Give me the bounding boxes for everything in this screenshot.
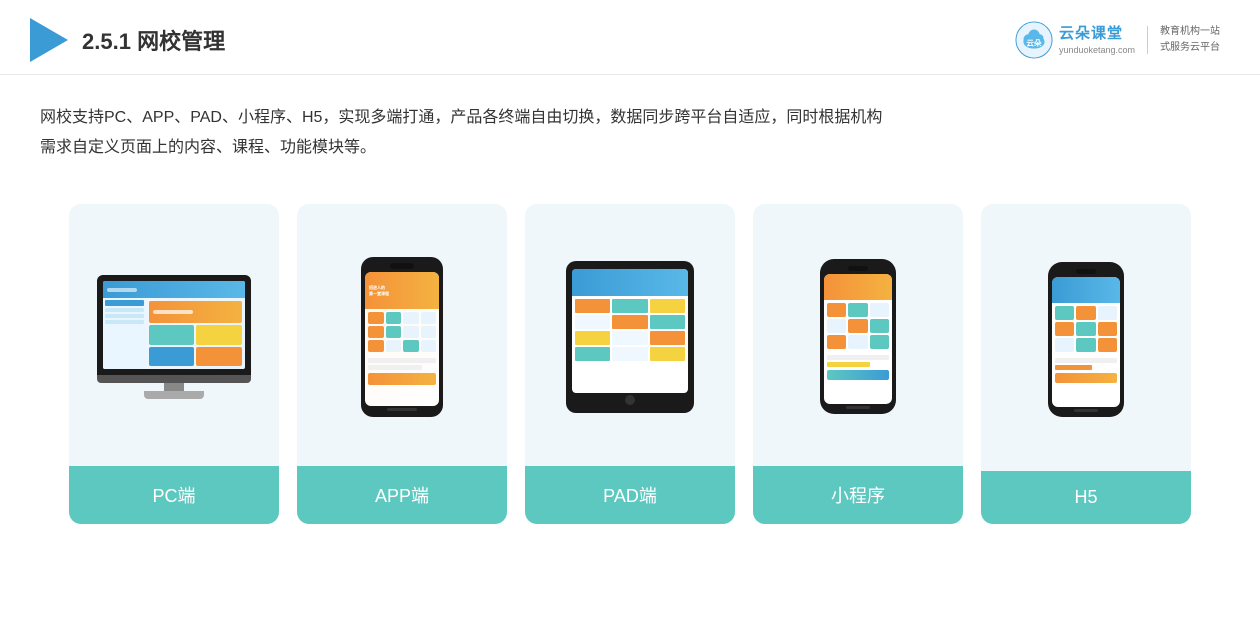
- miniapp-card: 小程序: [753, 204, 963, 524]
- app-phone-mockup: 招进人的第一堂课程: [361, 257, 443, 417]
- brand-slogan: 教育机构一站 式服务云平台: [1160, 24, 1220, 56]
- h5-image-area: [981, 204, 1191, 471]
- app-card: 招进人的第一堂课程: [297, 204, 507, 524]
- brand-text: 云朵课堂 yunduoketang.com: [1059, 23, 1135, 57]
- pad-image-area: [525, 204, 735, 466]
- pad-mockup: [566, 261, 694, 413]
- pc-mockup: [97, 275, 251, 399]
- svg-text:云朵: 云朵: [1026, 38, 1042, 48]
- h5-card: H5: [981, 204, 1191, 524]
- h5-phone-mockup: [1048, 262, 1124, 417]
- header: 2.5.1 网校管理 云朵 云朵课堂 yunduoketang.com: [0, 0, 1260, 75]
- app-image-area: 招进人的第一堂课程: [297, 204, 507, 466]
- logo-triangle-icon: [30, 18, 68, 62]
- h5-label: H5: [981, 471, 1191, 524]
- pc-image-area: [69, 204, 279, 466]
- header-left: 2.5.1 网校管理: [30, 18, 225, 62]
- pad-label: PAD端: [525, 466, 735, 524]
- brand-logo: 云朵 云朵课堂 yunduoketang.com 教育机构一站 式服务云平台: [1015, 21, 1220, 59]
- app-label: APP端: [297, 466, 507, 524]
- description-text: 网校支持PC、APP、PAD、小程序、H5，实现多端打通，产品各终端自由切换，数…: [0, 75, 1260, 174]
- brand-cloud-icon: 云朵: [1015, 21, 1053, 59]
- pc-card: PC端: [69, 204, 279, 524]
- vertical-divider: [1147, 26, 1148, 54]
- miniapp-phone-mockup: [820, 259, 896, 414]
- miniapp-image-area: [753, 204, 963, 466]
- page-title: 2.5.1 网校管理: [82, 24, 225, 56]
- pad-card: PAD端: [525, 204, 735, 524]
- page: 2.5.1 网校管理 云朵 云朵课堂 yunduoketang.com: [0, 0, 1260, 630]
- pc-label: PC端: [69, 466, 279, 524]
- device-cards-section: PC端 招进人的第一堂课程: [0, 174, 1260, 554]
- miniapp-label: 小程序: [753, 466, 963, 524]
